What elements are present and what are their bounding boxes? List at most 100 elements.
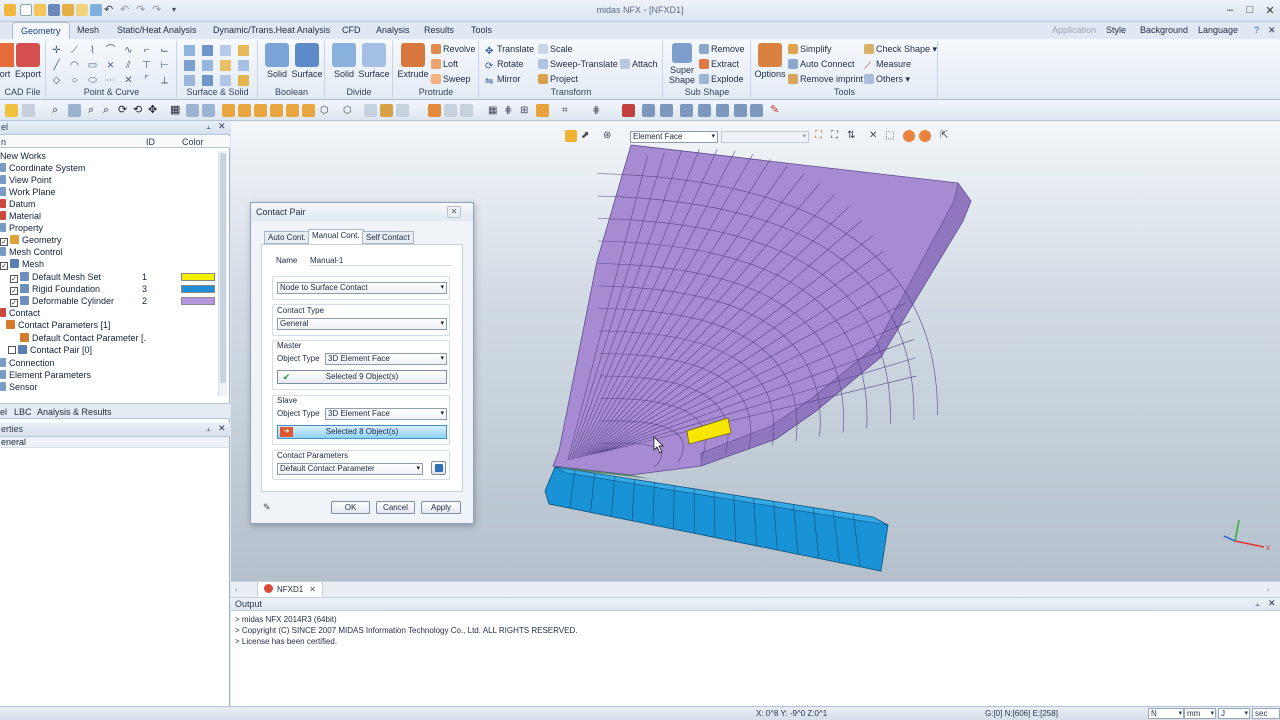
- select-face-icon[interactable]: [680, 104, 693, 117]
- mesh-checkbox[interactable]: ✓: [0, 262, 8, 270]
- remove-imprint-button[interactable]: Remove imprint: [788, 73, 863, 86]
- others-button[interactable]: Others ▾: [864, 73, 910, 86]
- rigid-foundation-mesh[interactable]: [544, 466, 889, 572]
- sweep-button[interactable]: Sweep: [431, 73, 471, 86]
- zoom-icon[interactable]: ⌕: [52, 104, 65, 117]
- language-menu[interactable]: Language: [1198, 25, 1238, 35]
- length-unit-dropdown[interactable]: mm ▾: [1184, 708, 1216, 719]
- super-shape-button[interactable]: Super Shape: [667, 43, 697, 85]
- cone-icon[interactable]: [220, 45, 231, 56]
- merge-curve-icon[interactable]: ⟂: [159, 75, 170, 86]
- delete-curve-icon[interactable]: ✕: [123, 75, 134, 86]
- style-menu[interactable]: Style: [1106, 25, 1126, 35]
- close-output-icon[interactable]: ✕: [1268, 598, 1276, 609]
- select-box-icon[interactable]: [750, 104, 763, 117]
- display-cube-icon[interactable]: ⬡: [320, 104, 333, 117]
- zoom-window-icon[interactable]: [68, 104, 81, 117]
- tab-static-heat-analysis[interactable]: Static/Heat Analysis: [117, 25, 197, 35]
- iso-view-icon[interactable]: [222, 104, 235, 117]
- pin-icon[interactable]: ⫠: [206, 122, 211, 132]
- curve-icon[interactable]: ╱: [51, 60, 62, 71]
- bottom-view-icon[interactable]: [254, 104, 267, 117]
- revolve-button[interactable]: Revolve: [431, 43, 476, 56]
- simplify-button[interactable]: Simplify: [788, 43, 832, 56]
- tab-lbc[interactable]: LBC: [14, 407, 32, 417]
- zoom-area-icon[interactable]: ⌕: [103, 104, 116, 117]
- apply-button[interactable]: Apply: [421, 501, 461, 514]
- tree-node-sensor[interactable]: Sensor: [0, 381, 38, 393]
- shell-icon[interactable]: [184, 75, 195, 86]
- ellipse-icon[interactable]: ⬭: [87, 75, 98, 86]
- tab-dynamic-trans-heat-analysis[interactable]: Dynamic/Trans.Heat Analysis: [213, 25, 330, 35]
- remove-button[interactable]: Remove: [699, 43, 745, 56]
- intersect-curve-icon[interactable]: ⨯: [105, 60, 116, 71]
- cancel-button[interactable]: Cancel: [376, 501, 415, 514]
- maximize-button[interactable]: □: [1242, 4, 1258, 16]
- sheet-icon[interactable]: [220, 75, 231, 86]
- loft-button[interactable]: Loft: [431, 58, 458, 71]
- circle-arc-icon[interactable]: ◠: [69, 60, 80, 71]
- tab-manual-contact[interactable]: Manual Cont.: [308, 229, 364, 245]
- tab-nfxd1[interactable]: NFXD1 ✕: [257, 582, 323, 598]
- tab-self-contact[interactable]: Self Contact: [362, 231, 414, 244]
- chamfer-icon[interactable]: ⌙: [159, 45, 170, 56]
- sweep-translate-button[interactable]: Sweep-Translate: [538, 58, 618, 71]
- offset-icon[interactable]: ⫽: [123, 60, 134, 71]
- energy-unit-dropdown[interactable]: J ▾: [1218, 708, 1250, 719]
- attach-button[interactable]: Attach: [620, 58, 658, 71]
- ribbon-close-icon[interactable]: ✕: [1268, 25, 1276, 36]
- mesh-set-color-swatch[interactable]: [181, 273, 215, 281]
- geometry-checkbox[interactable]: ✓: [0, 238, 8, 246]
- tab-scroll-right-icon[interactable]: ›: [1267, 585, 1270, 594]
- trim-icon[interactable]: ⊤: [141, 60, 152, 71]
- contact-kind-select[interactable]: Node to Surface Contact ▾: [277, 282, 447, 294]
- fillet-icon[interactable]: ⌐: [141, 45, 152, 56]
- mesh-set-color-swatch[interactable]: [181, 297, 215, 305]
- default-mesh-set-checkbox[interactable]: ✓: [10, 275, 18, 283]
- fill-icon[interactable]: [238, 75, 249, 86]
- check-shape-button[interactable]: Check Shape ▾: [864, 43, 937, 56]
- grid-icon[interactable]: ▦: [170, 104, 183, 117]
- select-edge-icon[interactable]: [698, 104, 711, 117]
- deformable-cylinder-checkbox[interactable]: ✓: [10, 299, 18, 307]
- tab-results[interactable]: Results: [424, 25, 454, 35]
- wedge-icon[interactable]: [238, 45, 249, 56]
- line-icon[interactable]: ⟋: [69, 45, 80, 56]
- tab-mesh[interactable]: Mesh: [77, 25, 99, 35]
- shaded-edge-icon[interactable]: [380, 104, 393, 117]
- extrude-button[interactable]: Extrude: [396, 43, 430, 79]
- minimize-button[interactable]: –: [1222, 4, 1238, 16]
- tab-analysis-results[interactable]: Analysis & Results: [37, 407, 112, 417]
- hide-icon[interactable]: [428, 104, 441, 117]
- force-unit-dropdown[interactable]: N ▾: [1148, 708, 1184, 719]
- divide-surface-button[interactable]: Surface: [358, 43, 390, 79]
- circle-icon[interactable]: ○: [69, 75, 80, 86]
- options-button[interactable]: Options: [754, 43, 786, 79]
- tree-scrollbar[interactable]: [218, 151, 227, 396]
- shrink-icon[interactable]: [536, 104, 549, 117]
- tree-node-connection[interactable]: Connection: [0, 357, 55, 369]
- select-node-icon[interactable]: [642, 104, 655, 117]
- zoom-fit-icon[interactable]: ⌕: [88, 104, 101, 117]
- tree-node-contact-pair[interactable]: Contact Pair [0]: [8, 344, 92, 356]
- tree-node-element-parameters[interactable]: Element Parameters: [0, 369, 91, 381]
- tree-node-view-point[interactable]: View Point: [0, 174, 51, 186]
- tree-node-new-works[interactable]: New Works: [0, 150, 46, 162]
- snap-icon[interactable]: ⋕: [592, 104, 605, 117]
- tab-works-tree[interactable]: el: [0, 407, 7, 417]
- divide-solid-button[interactable]: Solid: [330, 43, 358, 79]
- tree-node-coordinate-system[interactable]: Coordinate System: [0, 162, 86, 174]
- rectangle-icon[interactable]: ▭: [87, 60, 98, 71]
- pan-icon[interactable]: ✥: [148, 104, 161, 117]
- spin-icon[interactable]: ⟲: [133, 104, 146, 117]
- tab-scroll-left-icon[interactable]: ‹: [235, 585, 238, 594]
- lock-icon[interactable]: [5, 104, 18, 117]
- tab-auto-contact[interactable]: Auto Cont.: [264, 231, 310, 244]
- right-view-icon[interactable]: [286, 104, 299, 117]
- edit-contact-params-button[interactable]: [431, 461, 446, 475]
- close-tab-icon[interactable]: ✕: [309, 585, 316, 594]
- boolean-surface-button[interactable]: Surface: [291, 43, 323, 79]
- slave-select-button[interactable]: ➜ Selected 8 Object(s): [277, 425, 447, 439]
- mesh-grid-icon[interactable]: ▦: [488, 104, 501, 117]
- select-solid-icon[interactable]: [716, 104, 729, 117]
